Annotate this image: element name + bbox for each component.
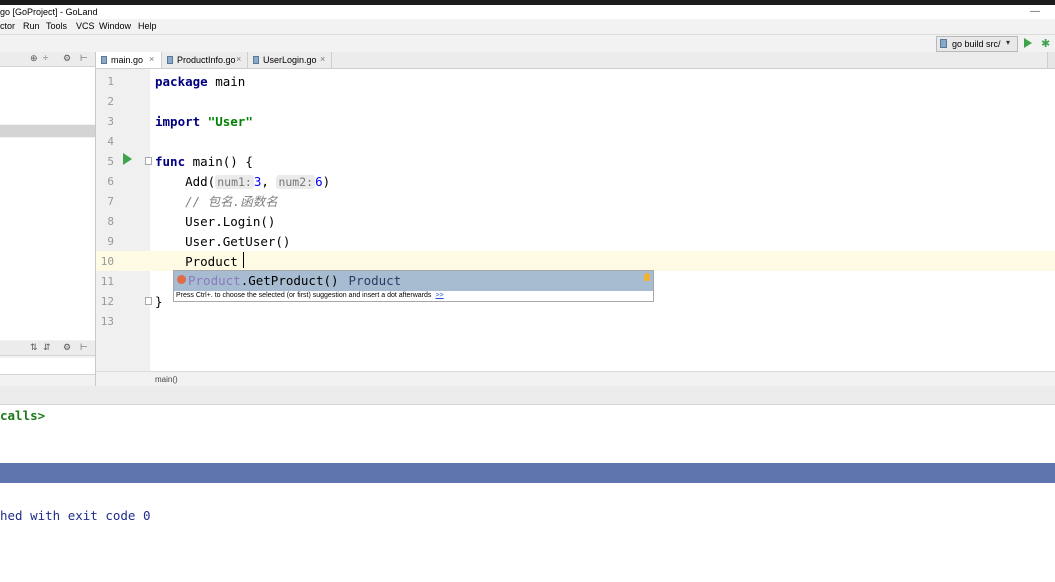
line-number: 7 [107,195,114,208]
collapse-icon[interactable]: ÷ [43,53,48,63]
line-number: 12 [100,295,114,308]
tab-label: UserLogin.go [263,55,317,65]
structure-panel-header: ⇅ ⇵ ⚙ ⊢ [0,341,95,356]
project-panel: ⊕ ÷ ⚙ ⊢ ⇅ ⇵ ⚙ ⊢ [0,52,96,386]
code-line-3: import "User" [155,114,253,129]
line-number: 8 [107,215,114,228]
line-number: 9 [107,235,114,248]
code-line-10: Product [155,254,238,269]
menu-vcs[interactable]: VCS [76,21,95,31]
completion-item[interactable]: Product.GetProduct() Product [174,271,653,291]
tip-more-link[interactable]: >> [435,292,443,299]
tab-userlogin-go[interactable]: UserLogin.go × [248,52,332,68]
code-line-7: // 包名.函数名 [155,194,278,209]
current-line-highlight [96,251,1055,271]
console-calls-line: calls> [0,408,46,423]
title-bar: go [GoProject] - GoLand — [0,5,1055,19]
breadcrumb-item-main[interactable]: main() [155,375,178,384]
menu-window[interactable]: Window [99,21,131,31]
function-icon [177,275,186,284]
run-configuration-label: go build src/ [952,39,1001,49]
completion-tip: Press Ctrl+. to choose the selected (or … [176,292,444,299]
run-gutter-icon[interactable] [123,153,132,165]
line-number: 4 [107,135,114,148]
structure-tree[interactable] [0,358,95,375]
go-file-icon [253,56,259,64]
project-tree[interactable] [0,67,95,124]
tab-productinfo-go[interactable]: ProductInfo.go × [162,52,248,68]
window-title: go [GoProject] - GoLand [0,7,98,17]
line-number: 1 [107,75,114,88]
close-icon[interactable]: × [320,54,325,64]
navigation-toolbar: go build src/ ▾ ✱ [0,34,1055,54]
code-line-5: func main() { [155,154,253,169]
tab-label: ProductInfo.go [177,55,236,65]
go-file-icon [101,56,107,64]
tab-main-go[interactable]: main.go × [96,52,162,68]
editor-tabs: main.go × ProductInfo.go × UserLogin.go … [96,52,1055,69]
fold-marker-icon[interactable] [145,297,152,305]
line-number: 5 [107,155,114,168]
menu-tools[interactable]: Tools [46,21,67,31]
menu-help[interactable]: Help [138,21,157,31]
hide-panel-icon[interactable]: ⊢ [80,53,88,64]
completion-popup: Product.GetProduct() Product Press Ctrl+.… [173,270,654,302]
debug-icon[interactable]: ✱ [1041,37,1050,50]
line-number: 13 [100,315,114,328]
console-selected-row [0,463,1055,483]
code-editor[interactable] [151,69,1055,371]
chevron-down-icon: ▾ [1006,38,1011,47]
line-number: 11 [100,275,114,288]
run-console [0,405,1055,582]
fold-marker-icon[interactable] [145,157,152,165]
close-icon[interactable]: × [149,54,154,64]
parameter-hint: num1: [215,175,254,189]
code-line-6: Add(num1: 3, num2: 6) [155,174,331,189]
go-file-icon [940,39,947,48]
hide-panel-icon[interactable]: ⊢ [80,342,88,353]
code-line-12: } [155,294,163,309]
tab-label: main.go [111,55,144,65]
console-exit-line: hed with exit code 0 [0,508,151,523]
project-tree-selected-row[interactable] [0,125,95,137]
text-caret [243,252,244,268]
line-number: 10 [100,255,114,268]
run-icon[interactable] [1024,38,1032,48]
lightbulb-icon[interactable] [644,273,650,281]
gear-icon[interactable]: ⚙ [63,342,71,353]
locate-icon[interactable]: ⊕ [30,53,38,64]
code-line-8: User.Login() [155,214,276,229]
gear-icon[interactable]: ⚙ [63,53,71,64]
minimize-icon[interactable]: — [1030,6,1040,17]
code-line-9: User.GetUser() [155,234,291,249]
line-number: 3 [107,115,114,128]
collapse-all-icon[interactable]: ⇵ [43,342,51,353]
project-tree-area[interactable] [0,138,95,340]
parameter-hint: num2: [276,175,316,189]
menu-run[interactable]: Run [23,21,40,31]
menu-refactor[interactable]: ctor [0,21,15,31]
go-file-icon [167,56,173,64]
expand-all-icon[interactable]: ⇅ [30,342,38,353]
editor-scrollbar[interactable] [1047,52,1055,68]
code-line-1: package main [155,74,246,89]
line-number: 2 [107,95,114,108]
project-panel-header: ⊕ ÷ ⚙ ⊢ [0,52,95,67]
breadcrumb: main() [96,371,1055,387]
menu-bar: ctor Run Tools VCS Window Help [0,19,1055,34]
tool-window-divider[interactable] [0,386,1055,405]
close-icon[interactable]: × [236,54,241,64]
run-configuration-select[interactable]: go build src/ ▾ [936,36,1018,52]
line-number: 6 [107,175,114,188]
